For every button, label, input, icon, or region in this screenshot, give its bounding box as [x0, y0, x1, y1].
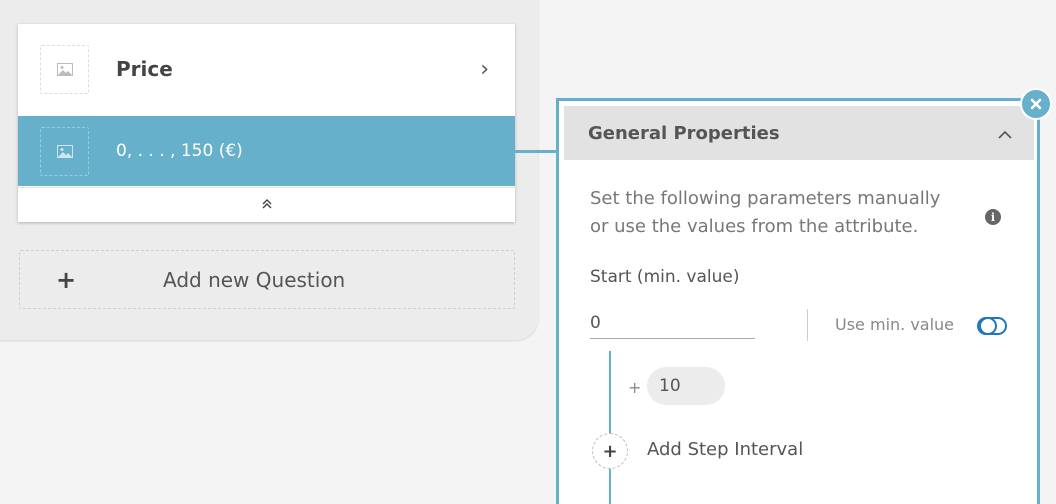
properties-description: Set the following parameters manually or… [590, 188, 941, 237]
answer-item-range[interactable]: 0, . . . , 150 (€) [18, 116, 515, 186]
step-plus-sign: + [628, 378, 642, 397]
toggle-knob [979, 317, 997, 335]
plus-icon: + [56, 265, 77, 294]
question-title: Price [116, 57, 173, 81]
use-min-value-toggle[interactable] [977, 317, 1007, 335]
start-label: Start (min. value) [590, 267, 740, 287]
connector-line [515, 150, 558, 153]
collapse-button[interactable] [18, 187, 515, 222]
use-min-value-label: Use min. value [835, 315, 955, 334]
properties-header[interactable]: General Properties [564, 106, 1034, 160]
start-value-input[interactable] [590, 307, 755, 339]
answer-range-label: 0, . . . , 150 (€) [116, 141, 243, 161]
double-chevron-up-icon [261, 196, 273, 214]
divider [807, 309, 808, 341]
question-card: Price › 0, . . . , 150 (€) [18, 24, 515, 222]
add-question-label: Add new Question [163, 267, 346, 292]
properties-panel: General Properties Set the following par… [556, 98, 1040, 504]
add-step-interval-label[interactable]: Add Step Interval [647, 439, 803, 460]
image-placeholder-icon [40, 44, 89, 94]
add-step-interval-button[interactable]: + [592, 433, 628, 469]
step-interval-input[interactable] [647, 367, 725, 405]
chevron-up-icon[interactable] [998, 124, 1012, 143]
question-item-price[interactable]: Price › [18, 34, 515, 104]
image-placeholder-icon [40, 126, 89, 176]
close-icon[interactable] [1020, 88, 1052, 120]
chevron-right-icon[interactable]: › [480, 57, 489, 82]
add-question-button[interactable]: + Add new Question [19, 250, 515, 309]
plus-icon: + [602, 440, 618, 462]
info-icon[interactable]: i [985, 209, 1001, 225]
step-connector-line [609, 351, 611, 504]
properties-title: General Properties [588, 122, 780, 144]
